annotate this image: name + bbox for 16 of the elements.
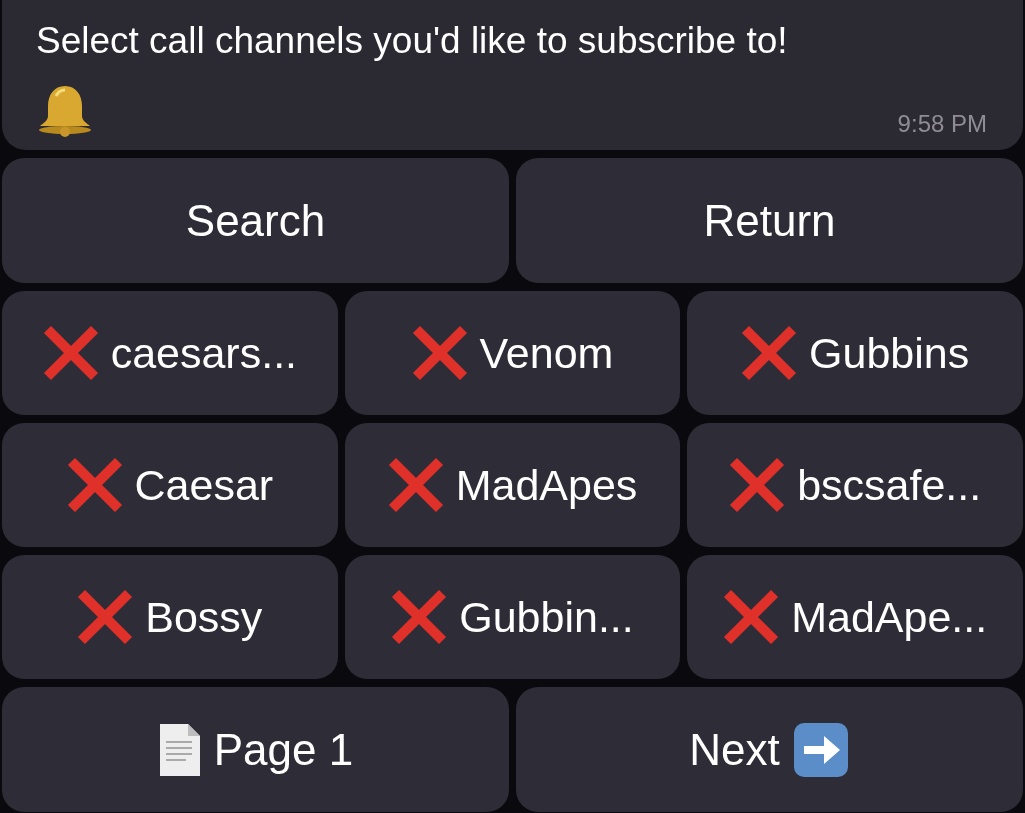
channel-button[interactable]: Caesar	[2, 423, 338, 547]
keyboard-button[interactable]: Page 1	[2, 687, 509, 812]
channel-button[interactable]: MadApes	[344, 423, 681, 547]
channel-button[interactable]: MadApe...	[687, 555, 1023, 679]
channel-button[interactable]: Venom	[344, 291, 681, 415]
channel-button[interactable]: Gubbins	[687, 291, 1023, 415]
channel-button[interactable]: bscsafe...	[687, 423, 1023, 547]
message-time: 9:58 PM	[897, 110, 987, 138]
document-icon	[157, 721, 202, 778]
channel-button[interactable]: Gubbin...	[344, 555, 681, 679]
channel-button[interactable]: Bossy	[2, 555, 338, 679]
keyboard-button[interactable]: Return	[516, 158, 1023, 283]
keyboard-button[interactable]: Next	[516, 687, 1023, 812]
message-text: Select call channels you'd like to subscribe to!	[36, 19, 789, 63]
channel-button[interactable]: caesars...	[2, 291, 338, 415]
keyboard-button[interactable]: Search	[2, 158, 509, 283]
